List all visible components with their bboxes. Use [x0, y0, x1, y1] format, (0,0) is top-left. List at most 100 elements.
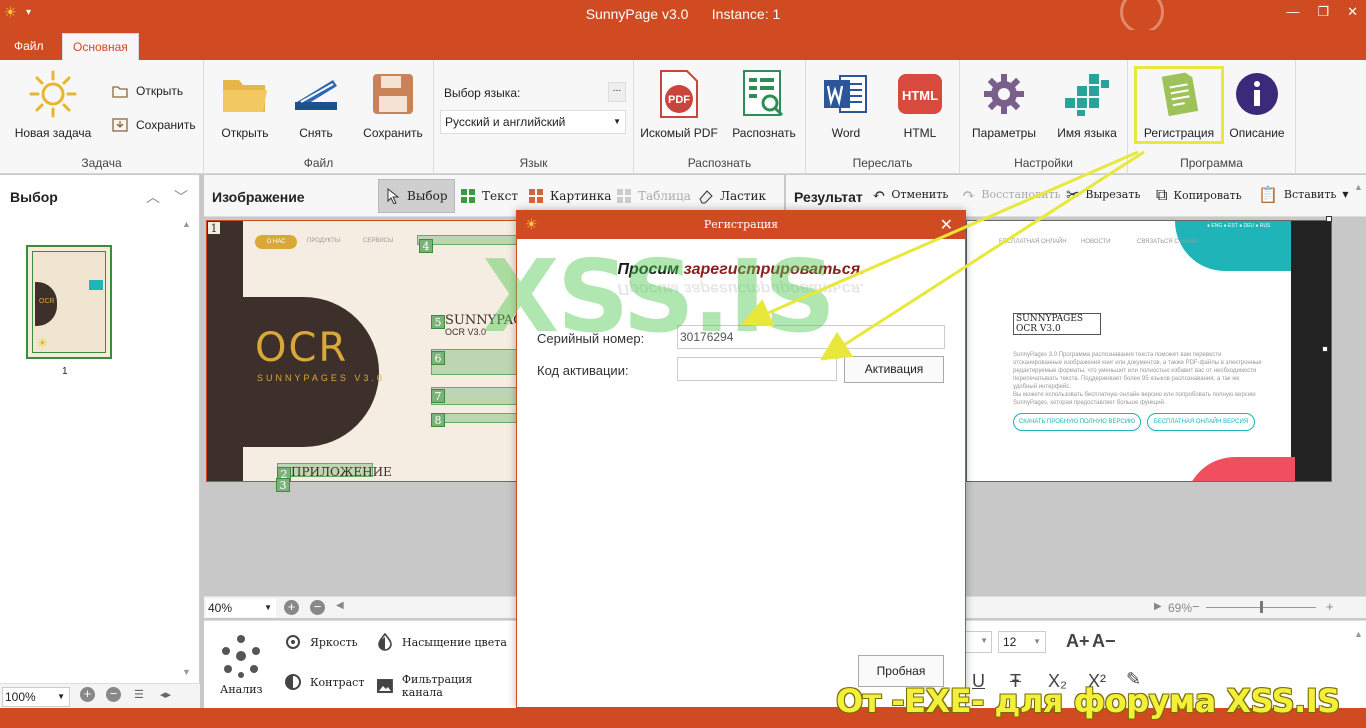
language-selected-value: Русский и английский	[445, 115, 566, 129]
language-name-button[interactable]: Имя языка	[1052, 68, 1122, 140]
file-save-button[interactable]: Сохранить	[358, 68, 428, 140]
scroll-up-icon[interactable]: ▲	[1354, 182, 1363, 192]
result-page[interactable]: ● ENG ● EST ● DEU ● RUS БЕСПЛАТНАЯ ОНЛАЙ…	[966, 220, 1332, 482]
language-select[interactable]: Русский и английский ▼	[440, 110, 626, 134]
scroll-down-icon[interactable]: ▼	[182, 667, 191, 677]
pages-zoom-select[interactable]: 100% ▼	[2, 687, 70, 707]
info-icon	[1231, 68, 1283, 120]
language-more-button[interactable]: ...	[608, 82, 626, 102]
dialog-heading-reflection: Просим зарегистрироваться.	[517, 279, 965, 297]
result-nav-item: НОВОСТИ	[1081, 239, 1111, 245]
pages-scrollbar[interactable]: ▲ ▼	[182, 219, 192, 679]
resize-handle[interactable]	[1326, 216, 1332, 222]
scroll-up-icon[interactable]: ▲	[182, 219, 192, 229]
task-open-button[interactable]: Открыть	[112, 84, 183, 98]
zoom-in-icon[interactable]: +	[80, 687, 95, 702]
font-name-select[interactable]: ▼	[966, 631, 992, 653]
collapse-expand-icons[interactable]: ︿﹀	[146, 187, 202, 207]
channel-filter-button[interactable]: Фильтрация канала	[376, 673, 516, 699]
block-number[interactable]: 3	[276, 478, 290, 492]
download-icon	[112, 118, 128, 132]
page-app-label: ПРИЛОЖЕНИЕ	[291, 465, 392, 479]
font-size-select[interactable]: 12 ▼	[998, 631, 1046, 653]
tool-table[interactable]: Таблица	[610, 179, 697, 213]
result-trial-link[interactable]: СКАЧАТЬ ПРОБНУЮ ПОЛНУЮ ВЕРСИЮ	[1013, 413, 1141, 431]
analysis-button[interactable]	[216, 631, 266, 684]
group-label-language: Язык	[519, 156, 548, 170]
scroll-right-icon[interactable]: ▶	[1154, 601, 1162, 612]
maximize-button[interactable]: ❐	[1317, 4, 1329, 20]
zoom-in-icon[interactable]: +	[1326, 599, 1334, 614]
paste-button[interactable]: 📋 Вставить ▼	[1258, 185, 1349, 204]
minimize-button[interactable]: —	[1286, 4, 1299, 20]
export-word-button[interactable]: Word	[816, 68, 876, 140]
copy-label: Копировать	[1173, 188, 1242, 202]
serial-number-label: Серийный номер:	[537, 331, 645, 346]
zoom-out-icon[interactable]: −	[310, 600, 325, 615]
group-label-task: Задача	[81, 156, 122, 170]
recognize-button[interactable]: Распознать	[728, 68, 800, 140]
list-view-icon[interactable]: ☰	[134, 688, 144, 701]
block-number[interactable]: 4	[419, 239, 433, 253]
zoom-out-icon[interactable]: −	[1192, 599, 1200, 614]
resize-handle[interactable]	[1322, 346, 1328, 352]
block-number[interactable]: 6	[431, 351, 445, 365]
searchable-pdf-button[interactable]: PDF Искомый PDF	[640, 68, 718, 140]
task-save-button[interactable]: Сохранить	[112, 118, 196, 132]
zoom-out-icon[interactable]: −	[106, 687, 121, 702]
tab-main[interactable]: Основная	[62, 33, 139, 60]
activate-button[interactable]: Активация	[844, 356, 944, 383]
recognize-label: Распознать	[732, 126, 796, 140]
zoom-in-icon[interactable]: +	[284, 600, 299, 615]
result-paragraph: SunnyPages 3.0 Программа распознавания т…	[1013, 352, 1262, 390]
about-button[interactable]: Описание	[1224, 68, 1290, 140]
page-thumbnail[interactable]: OCR ☀	[26, 245, 112, 359]
tool-picture[interactable]: Картинка	[522, 179, 617, 213]
dialog-title: Регистрация	[703, 218, 779, 231]
tool-text[interactable]: Текст	[454, 179, 524, 213]
scroll-left-icon[interactable]: ◀	[336, 600, 344, 611]
result-heading-box[interactable]: SUNNYPAGES OCR V3.0	[1013, 313, 1101, 335]
tool-eraser[interactable]: Ластик	[692, 179, 772, 213]
serial-number-field[interactable]: 30176294	[677, 325, 945, 349]
activation-code-field[interactable]	[677, 357, 837, 381]
html-icon-text: HTML	[902, 88, 938, 103]
copy-button[interactable]: ⧉ Копировать	[1156, 185, 1242, 205]
arrows-icon[interactable]: ◂▸	[160, 688, 171, 701]
ribbon-tabs: Файл Основная	[0, 30, 1366, 60]
parameters-label: Параметры	[972, 126, 1036, 140]
dialog-close-button[interactable]: ✕	[940, 211, 953, 239]
redo-button[interactable]: ↷ Восстановить	[962, 185, 1061, 204]
saturation-button[interactable]: Насыщение цвета	[376, 633, 507, 651]
file-open-button[interactable]: Открыть	[214, 68, 276, 140]
new-task-button[interactable]: Новая задача	[10, 68, 96, 140]
scroll-up-icon[interactable]: ▲	[1354, 629, 1363, 639]
file-save-label: Сохранить	[363, 126, 423, 140]
export-html-button[interactable]: HTML HTML	[890, 68, 950, 140]
result-online-link[interactable]: БЕСПЛАТНАЯ ОНЛАЙН ВЕРСИЯ	[1147, 413, 1255, 431]
contrast-button[interactable]: Контраст	[284, 673, 364, 691]
tool-select-label: Выбор	[407, 189, 448, 203]
result-language-switch: ● ENG ● EST ● DEU ● RUS	[1207, 223, 1271, 229]
image-zoom-select[interactable]: 40% ▼	[206, 599, 276, 617]
decrease-font-icon[interactable]: A−	[1092, 631, 1116, 652]
block-number[interactable]: 7	[431, 389, 445, 403]
result-zoom-slider-thumb[interactable]	[1260, 601, 1263, 613]
close-window-button[interactable]: ✕	[1347, 4, 1358, 20]
increase-font-icon[interactable]: A+	[1066, 631, 1090, 652]
tab-file[interactable]: Файл	[4, 33, 54, 60]
export-word-label: Word	[831, 126, 861, 140]
undo-button[interactable]: ↶ Отменить	[872, 185, 948, 204]
result-canvas[interactable]: ● ENG ● EST ● DEU ● RUS БЕСПЛАТНАЯ ОНЛАЙ…	[966, 182, 1366, 598]
sun-icon: ☀	[37, 336, 48, 350]
block-number[interactable]: 1	[207, 221, 221, 235]
brightness-gear-icon	[286, 635, 300, 649]
parameters-button[interactable]: Параметры	[968, 68, 1040, 140]
block-number[interactable]: 5	[431, 315, 445, 329]
cut-button[interactable]: ✂ Вырезать	[1066, 185, 1140, 204]
chevron-down-icon: ▼	[1342, 190, 1349, 199]
block-number[interactable]: 8	[431, 413, 445, 427]
tool-select[interactable]: Выбор	[378, 179, 455, 213]
scan-button[interactable]: Снять	[284, 68, 348, 140]
brightness-button[interactable]: Яркость	[284, 633, 358, 651]
